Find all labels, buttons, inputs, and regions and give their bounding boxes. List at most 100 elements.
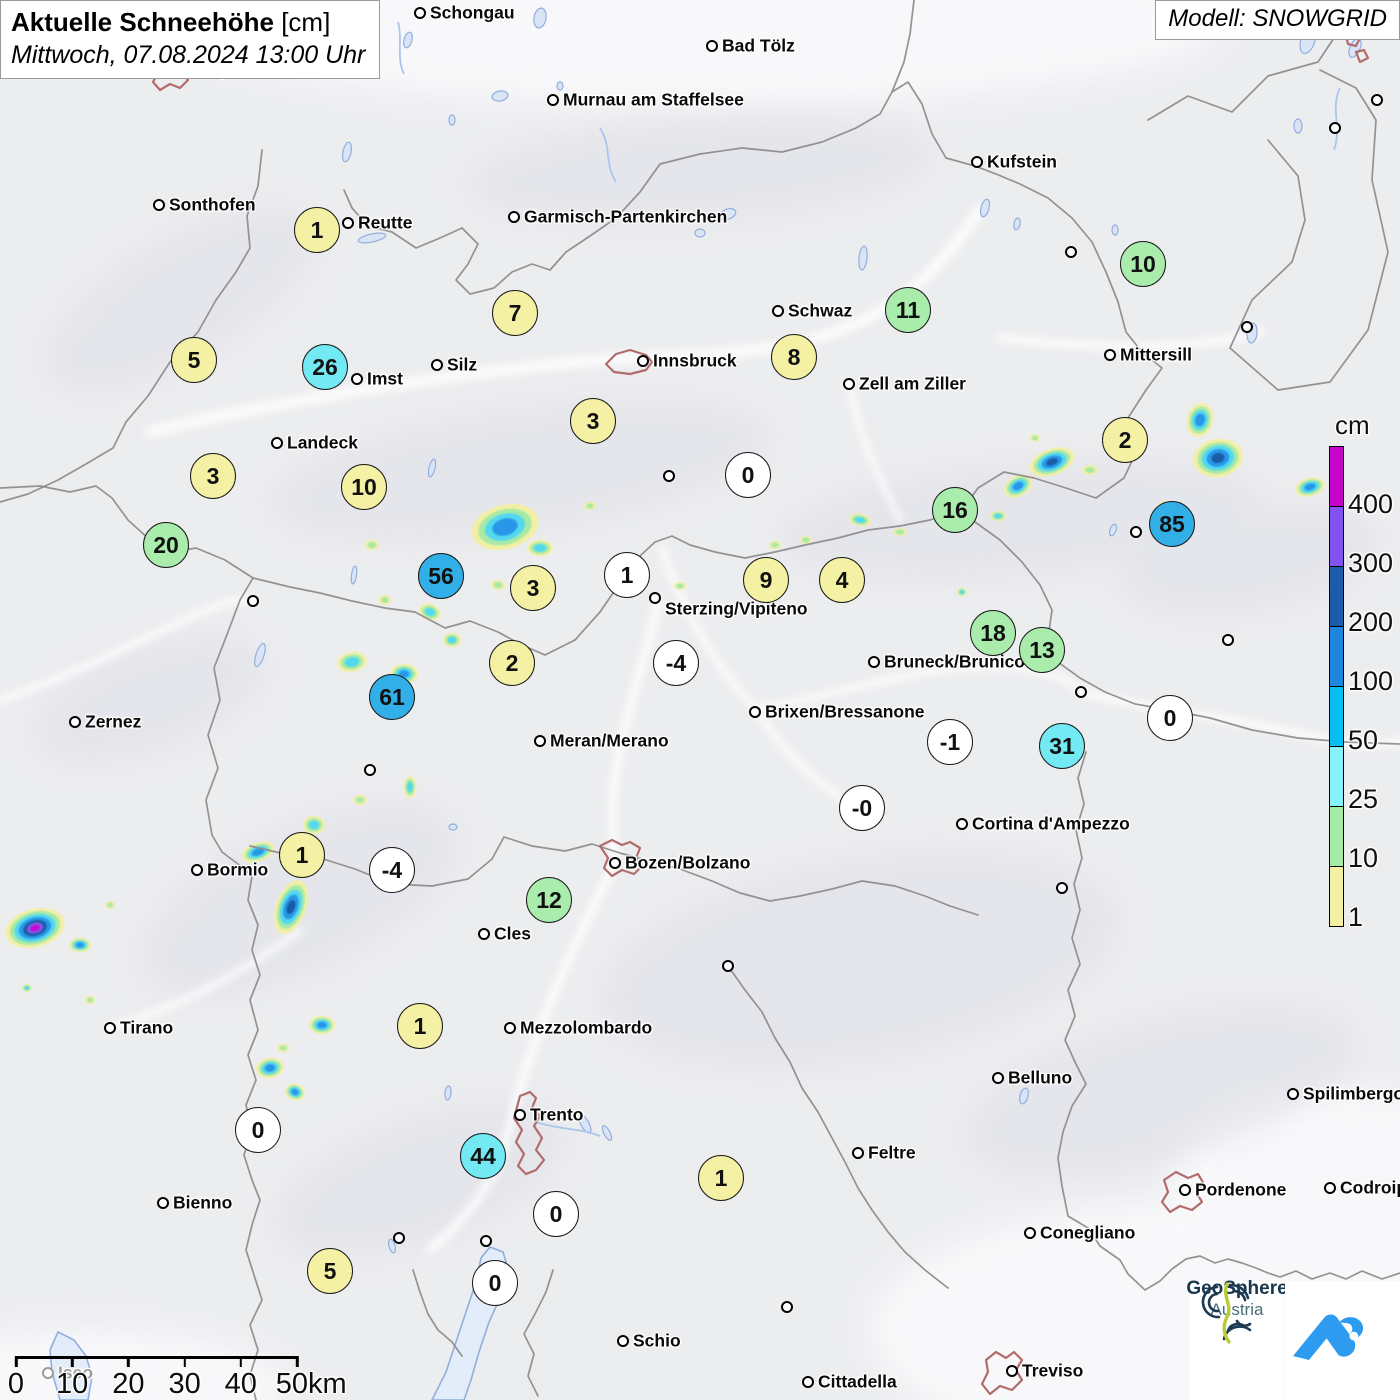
scalebar-tick — [295, 1356, 299, 1367]
city-marker-icon — [431, 359, 443, 371]
city-marker-icon — [191, 864, 203, 876]
city-label: Meran/Merano — [550, 730, 669, 751]
legend-tick-label: 25 — [1348, 783, 1379, 814]
scalebar-tick-label: 30 — [168, 1368, 201, 1400]
station-value-circle: 8 — [771, 334, 817, 380]
station-value-circle: 3 — [190, 453, 236, 499]
city-label: Murnau am Staffelsee — [563, 89, 744, 110]
city-marker-icon — [1130, 526, 1142, 538]
city-marker-icon — [508, 211, 520, 223]
scalebar-tick-label: 10 — [56, 1368, 89, 1400]
city-marker-icon — [153, 199, 165, 211]
city-marker-icon — [342, 217, 354, 229]
legend: cm 400 300 200 100 50 25 10 1 — [1329, 410, 1393, 932]
station-value-circle: 10 — [1120, 241, 1166, 287]
station-value-circle: 20 — [143, 522, 189, 568]
legend-segment — [1330, 506, 1343, 566]
city-marker-icon — [504, 1022, 516, 1034]
city-marker-icon — [547, 94, 559, 106]
legend-segment — [1330, 746, 1343, 806]
page-title: Aktuelle Schneehöhe [cm] — [11, 7, 331, 37]
city-label: Imst — [367, 368, 403, 389]
city-marker-icon — [69, 716, 81, 728]
city-marker-icon — [802, 1376, 814, 1388]
city-label: Cortina d'Ampezzo — [972, 813, 1130, 834]
city-marker-icon — [749, 706, 761, 718]
station-value-circle: 26 — [302, 344, 348, 390]
city-marker-icon — [781, 1301, 793, 1313]
city-label: Reutte — [358, 212, 413, 233]
city-marker-icon — [271, 437, 283, 449]
scalebar-tick-label: 50km — [275, 1368, 347, 1400]
city-marker-icon — [351, 373, 363, 385]
station-value-circle: -1 — [927, 719, 973, 765]
city-marker-icon — [1179, 1184, 1191, 1196]
scalebar-tick — [239, 1356, 243, 1367]
station-value-circle: 3 — [570, 398, 616, 444]
model-label: Modell: SNOWGRID — [1168, 5, 1387, 32]
city-label: Sterzing/Vipiteno — [665, 598, 808, 619]
city-marker-icon — [534, 735, 546, 747]
scalebar-tick — [14, 1356, 18, 1367]
legend-tick-label: 200 — [1348, 606, 1394, 637]
station-value-circle: 61 — [369, 674, 415, 720]
city-label: Mezzolombardo — [520, 1017, 653, 1038]
city-marker-icon — [157, 1197, 169, 1209]
station-value-circle: 1 — [279, 832, 325, 878]
scalebar-tick — [127, 1356, 130, 1367]
station-value-circle: 85 — [1149, 501, 1195, 547]
city-label: Bienno — [173, 1192, 233, 1213]
station-value-circle: 1 — [698, 1155, 744, 1201]
city-label: Belluno — [1008, 1067, 1073, 1088]
city-label: Zernez — [85, 711, 142, 732]
city-marker-icon — [663, 470, 675, 482]
station-value-circle: 12 — [526, 877, 572, 923]
city-marker-icon — [1006, 1365, 1018, 1377]
city-marker-icon — [1065, 246, 1077, 258]
scalebar-tick-label: 20 — [112, 1368, 145, 1400]
timestamp: Mittwoch, 07.08.2024 13:00 Uhr — [11, 41, 366, 69]
station-value-circle: 31 — [1039, 723, 1085, 769]
city-marker-icon — [1329, 122, 1341, 134]
legend-tick-label: 10 — [1348, 842, 1379, 873]
station-value-circle: 13 — [1019, 627, 1065, 673]
mountain-shading — [35, 117, 1379, 1257]
city-marker-icon — [1241, 321, 1253, 333]
legend-segment — [1330, 866, 1343, 926]
city-marker-icon — [1371, 94, 1383, 106]
title-box: Aktuelle Schneehöhe [cm] Mittwoch, 07.08… — [0, 0, 381, 79]
city-label: Cles — [494, 923, 531, 944]
city-label: Schwaz — [788, 300, 853, 321]
station-value-circle: 7 — [492, 290, 538, 336]
city-label: Bad Tölz — [722, 35, 795, 56]
station-value-circle: 9 — [743, 557, 789, 603]
station-value-circle: 0 — [472, 1260, 518, 1306]
city-label: Tirano — [120, 1017, 174, 1038]
city-label: Pordenone — [1195, 1179, 1287, 1200]
station-value-circle: 1 — [397, 1003, 443, 1049]
city-marker-icon — [722, 960, 734, 972]
city-marker-icon — [480, 1235, 492, 1247]
city-marker-icon — [1024, 1227, 1036, 1239]
legend-segment — [1330, 686, 1343, 746]
station-value-circle: 16 — [932, 487, 978, 533]
city-label: Bozen/Bolzano — [625, 852, 751, 873]
city-label: Silz — [447, 354, 478, 375]
city-marker-icon — [706, 40, 718, 52]
station-value-circle: 56 — [418, 553, 464, 599]
city-marker-icon — [1075, 686, 1087, 698]
city-label: Kufstein — [987, 151, 1057, 172]
city-marker-icon — [414, 7, 426, 19]
city-marker-icon — [852, 1147, 864, 1159]
legend-tick-label: 400 — [1348, 488, 1394, 519]
station-value-circle: 0 — [533, 1191, 579, 1237]
legend-tick-label: 300 — [1348, 547, 1394, 578]
legend-tick-label: 50 — [1348, 724, 1379, 755]
station-value-circle: 1 — [294, 207, 340, 253]
station-value-circle: 10 — [341, 464, 387, 510]
city-marker-icon — [649, 592, 661, 604]
city-label: Garmisch-Partenkirchen — [524, 206, 728, 227]
city-marker-icon — [992, 1072, 1004, 1084]
station-value-circle: 0 — [725, 452, 771, 498]
city-label: Sonthofen — [169, 194, 256, 215]
